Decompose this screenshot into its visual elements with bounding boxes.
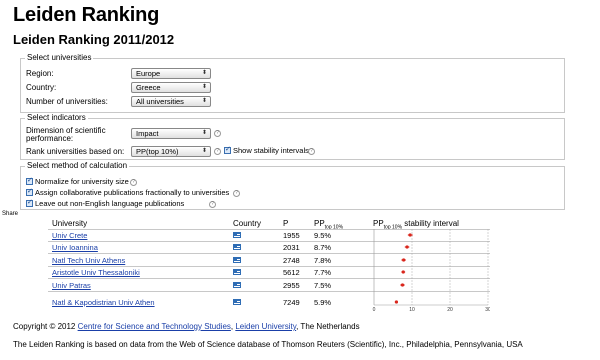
help-icon[interactable]: ? bbox=[130, 179, 137, 186]
copyright-line: Copyright © 2012 Centre for Science and … bbox=[13, 322, 360, 332]
region-label: Region: bbox=[26, 69, 54, 78]
select-universities-legend: Select universities bbox=[25, 53, 94, 63]
chevron-updown-icon: ⬍ bbox=[201, 70, 207, 76]
p-value: 5612 bbox=[283, 268, 300, 277]
pp-value: 7.5% bbox=[314, 281, 332, 290]
university-link[interactable]: Univ Ioannina bbox=[52, 243, 98, 252]
number-select[interactable]: All universities ⬍ bbox=[131, 96, 211, 107]
plot-tick-label: 30 bbox=[485, 307, 490, 312]
chevron-updown-icon: ⬍ bbox=[201, 98, 207, 104]
rank-label: Rank universities based on: bbox=[26, 147, 125, 156]
cwts-link[interactable]: Centre for Science and Technology Studie… bbox=[78, 322, 231, 331]
collab-label: Assign collaborative publications fracti… bbox=[35, 188, 230, 197]
p-value: 7249 bbox=[283, 298, 300, 307]
help-icon[interactable]: ? bbox=[308, 148, 315, 155]
p-value: 1955 bbox=[283, 231, 300, 240]
collab-checkbox[interactable] bbox=[26, 187, 33, 196]
select-indicators-legend: Select indicators bbox=[25, 113, 88, 123]
greece-flag-icon bbox=[233, 299, 241, 305]
stability-checkbox[interactable] bbox=[224, 145, 231, 154]
pp-marker bbox=[402, 258, 406, 262]
p-value: 2955 bbox=[283, 281, 300, 290]
university-link[interactable]: Aristotle Univ Thessaloniki bbox=[52, 268, 140, 277]
pp-value: 8.7% bbox=[314, 243, 332, 252]
copyright-suffix: , The Netherlands bbox=[296, 322, 360, 331]
plot-tick-label: 0 bbox=[373, 307, 376, 312]
help-icon[interactable]: ? bbox=[214, 130, 221, 137]
share-link[interactable]: Share bbox=[2, 211, 18, 217]
greece-flag-icon bbox=[233, 232, 241, 238]
leiden-university-link[interactable]: Leiden University bbox=[235, 322, 296, 331]
stability-interval-plot: 0 10 20 30 bbox=[373, 229, 490, 312]
region-select[interactable]: Europe ⬍ bbox=[131, 68, 211, 79]
select-indicators-panel: Select indicators Dimension of scientifi… bbox=[20, 113, 565, 160]
select-universities-panel: Select universities Region: Europe ⬍ Cou… bbox=[20, 53, 565, 113]
university-link[interactable]: Natl Tech Univ Athens bbox=[52, 256, 125, 265]
select-method-legend: Select method of calculation bbox=[25, 161, 130, 171]
help-icon[interactable]: ? bbox=[209, 201, 216, 208]
number-select-value: All universities bbox=[136, 97, 184, 106]
stability-label: Show stability intervals bbox=[233, 146, 309, 155]
normalize-checkbox[interactable] bbox=[26, 176, 33, 185]
plot-tick-label: 20 bbox=[447, 307, 453, 312]
greece-flag-icon bbox=[233, 282, 241, 288]
country-label: Country: bbox=[26, 83, 57, 92]
header-p: P bbox=[283, 219, 289, 228]
university-link[interactable]: Natl & Kapodistrian Univ Athen bbox=[52, 298, 155, 307]
help-icon[interactable]: ? bbox=[233, 190, 240, 197]
greece-flag-icon bbox=[233, 244, 241, 250]
pp-marker bbox=[405, 245, 409, 249]
dimension-select-value: Impact bbox=[136, 129, 159, 138]
country-select-value: Greece bbox=[136, 83, 161, 92]
country-select[interactable]: Greece ⬍ bbox=[131, 82, 211, 93]
header-university: University bbox=[52, 219, 88, 228]
help-icon[interactable]: ? bbox=[214, 148, 221, 155]
pp-marker bbox=[401, 270, 405, 274]
university-link[interactable]: Univ Crete bbox=[52, 231, 87, 240]
p-value: 2748 bbox=[283, 256, 300, 265]
select-method-panel: Select method of calculation Normalize f… bbox=[20, 161, 565, 210]
dimension-select[interactable]: Impact ⬍ bbox=[131, 128, 211, 139]
chevron-updown-icon: ⬍ bbox=[201, 130, 207, 136]
greece-flag-icon bbox=[233, 257, 241, 263]
pp-value: 5.9% bbox=[314, 298, 332, 307]
chevron-updown-icon: ⬍ bbox=[201, 148, 207, 154]
region-select-value: Europe bbox=[136, 69, 161, 78]
page-subtitle: Leiden Ranking 2011/2012 bbox=[13, 32, 175, 47]
normalize-label: Normalize for university size bbox=[35, 177, 129, 186]
p-value: 2031 bbox=[283, 243, 300, 252]
pp-value: 9.5% bbox=[314, 231, 332, 240]
page-title: Leiden Ranking bbox=[13, 4, 160, 26]
greece-flag-icon bbox=[233, 269, 241, 275]
header-country: Country bbox=[233, 219, 262, 228]
rank-select-value: PP(top 10%) bbox=[136, 147, 179, 156]
plot-tick-label: 10 bbox=[409, 307, 415, 312]
pp-marker bbox=[400, 283, 405, 287]
data-source-note: The Leiden Ranking is based on data from… bbox=[13, 340, 523, 349]
english-checkbox[interactable] bbox=[26, 198, 33, 207]
university-link[interactable]: Univ Patras bbox=[52, 281, 91, 290]
copyright-text: Copyright © 2012 bbox=[13, 322, 78, 331]
rank-select[interactable]: PP(top 10%) ⬍ bbox=[131, 146, 211, 157]
pp-value: 7.7% bbox=[314, 268, 332, 277]
dimension-label-line2: performance: bbox=[26, 134, 74, 143]
pp-marker bbox=[408, 233, 412, 237]
chevron-updown-icon: ⬍ bbox=[201, 84, 207, 90]
number-label: Number of universities: bbox=[26, 97, 108, 106]
pp-marker bbox=[394, 300, 399, 304]
pp-value: 7.8% bbox=[314, 256, 332, 265]
english-label: Leave out non-English language publicati… bbox=[35, 199, 185, 208]
